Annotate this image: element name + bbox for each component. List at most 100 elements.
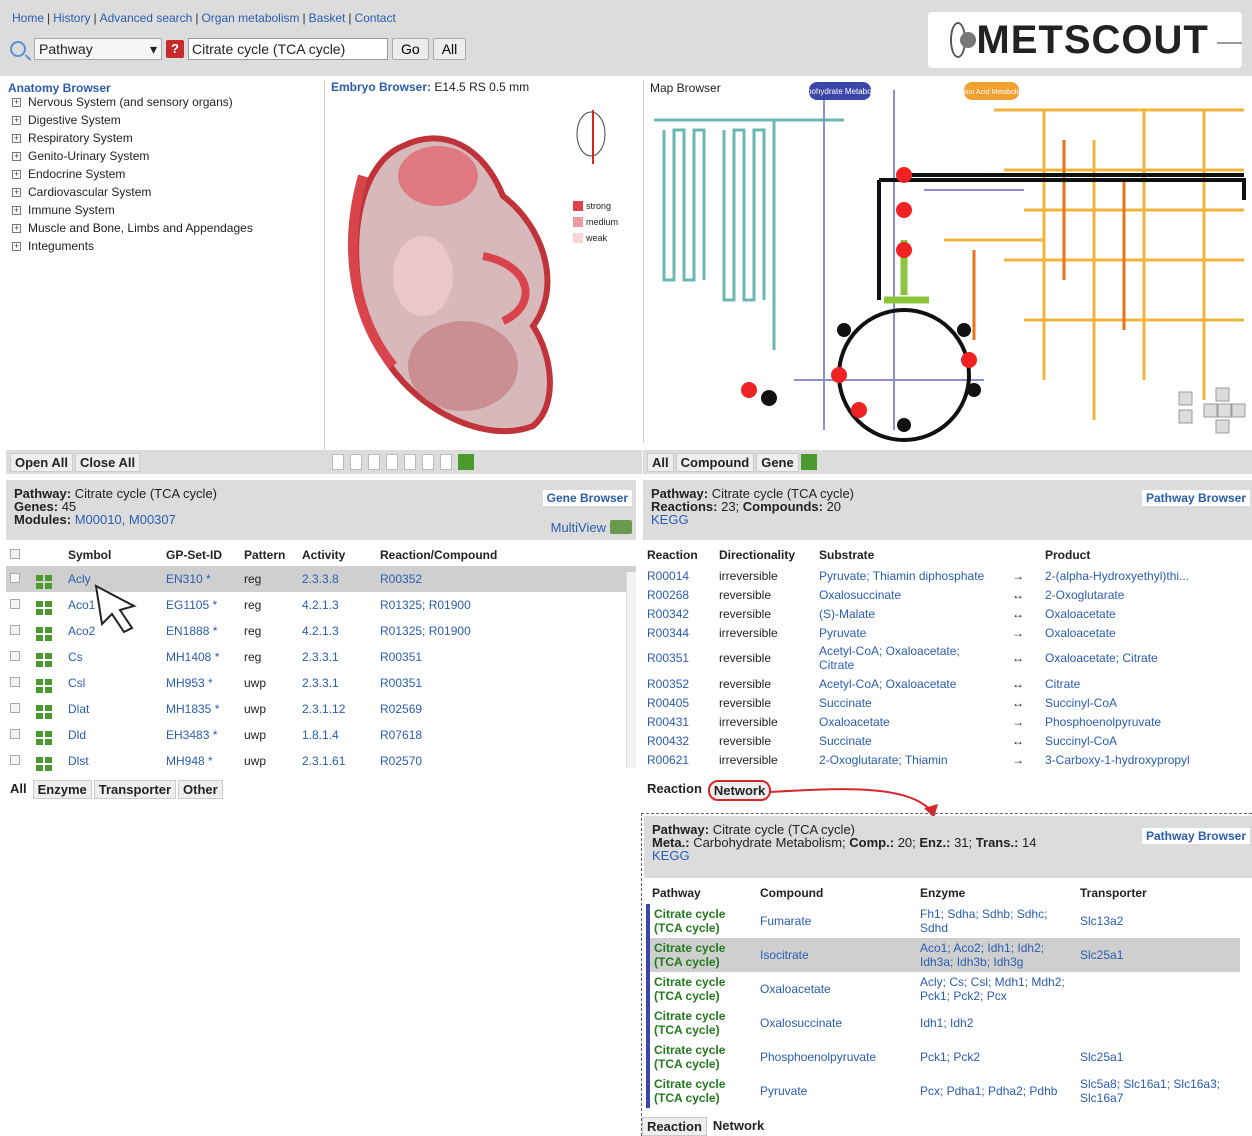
gene-expression-icon[interactable] [36, 574, 52, 589]
gene-tab-all[interactable]: All [6, 780, 31, 799]
tree-item[interactable]: + Muscle and Bone, Limbs and Appendages [8, 219, 323, 237]
pathway-browser-button[interactable]: Pathway Browser [1141, 490, 1250, 506]
compound-cell[interactable]: Phosphoenolpyruvate [756, 1040, 916, 1074]
symbol-cell[interactable]: Dlst [64, 748, 162, 774]
nav-contact[interactable]: Contact [354, 11, 395, 25]
table-row[interactable]: Citrate cycle (TCA cycle) Fumarate Fh1; Sd… [646, 904, 1240, 938]
product-cell[interactable]: Oxaloacetate; Citrate [1041, 642, 1252, 674]
col-activity[interactable]: Activity [298, 544, 376, 566]
row-checkbox[interactable] [10, 755, 20, 765]
compound-cell[interactable]: Pyruvate [756, 1074, 916, 1108]
reaction-id-cell[interactable]: R00344 [643, 623, 715, 642]
reaction-cell[interactable]: R07618 [376, 722, 636, 748]
select-all-checkbox[interactable] [10, 549, 20, 559]
close-all-button[interactable]: Close All [74, 452, 141, 472]
table-row[interactable]: R00014 irreversible Pyruvate; Thiamin diph… [643, 566, 1252, 585]
transporter-cell[interactable] [1076, 1006, 1240, 1040]
reaction-cell[interactable]: R02569 [376, 696, 636, 722]
nav-advanced-search[interactable]: Advanced search [100, 11, 193, 25]
table-row[interactable]: Dlat MH1835 * uwp 2.3.1.12 R02569 [6, 696, 636, 722]
reaction-cell[interactable]: R00351 [376, 670, 636, 696]
activity-cell[interactable]: 2.3.3.8 [298, 566, 376, 592]
search-input[interactable]: Citrate cycle (TCA cycle) [188, 38, 388, 60]
section-thumb-icon[interactable] [332, 454, 344, 470]
row-checkbox[interactable] [10, 729, 20, 739]
activity-cell[interactable]: 2.3.3.1 [298, 670, 376, 696]
reaction-id-cell[interactable]: R00351 [643, 642, 715, 674]
reaction-id-cell[interactable]: R00405 [643, 693, 715, 712]
reaction-id-cell[interactable]: R00342 [643, 604, 715, 623]
col-enzyme[interactable]: Enzyme [916, 882, 1076, 904]
gpset-cell[interactable]: EG1105 * [162, 592, 240, 618]
col-pattern[interactable]: Pattern [240, 544, 298, 566]
reaction-id-cell[interactable]: R00432 [643, 731, 715, 750]
enzyme-cell[interactable]: Aco1; Aco2; Idh1; Idh2; Idh3a; Idh3b; Id… [916, 938, 1076, 972]
gpset-cell[interactable]: MH1835 * [162, 696, 240, 722]
table-row[interactable]: Citrate cycle (TCA cycle) Pyruvate Pcx; Pd… [646, 1074, 1240, 1108]
expand-view-icon[interactable] [458, 454, 474, 470]
activity-cell[interactable]: 4.2.1.3 [298, 592, 376, 618]
section-thumb-icon[interactable] [404, 454, 416, 470]
row-checkbox[interactable] [10, 625, 20, 635]
modules-link[interactable]: M00010, M00307 [75, 512, 176, 527]
expand-icon[interactable]: + [12, 115, 21, 125]
kegg-link[interactable]: KEGG [651, 512, 689, 527]
gene-expression-icon[interactable] [36, 678, 52, 693]
table-row[interactable]: Citrate cycle (TCA cycle) Oxaloacetate Acl… [646, 972, 1240, 1006]
row-checkbox[interactable] [10, 599, 20, 609]
gene-expression-icon[interactable] [36, 730, 52, 745]
expand-icon[interactable]: + [12, 223, 21, 233]
tree-item[interactable]: + Endocrine System [8, 165, 323, 183]
expand-icon[interactable]: + [12, 97, 21, 107]
col-substrate[interactable]: Substrate [815, 544, 995, 566]
activity-cell[interactable]: 2.3.3.1 [298, 644, 376, 670]
gene-table-scrollbar[interactable] [626, 572, 636, 768]
col-transporter[interactable]: Transporter [1076, 882, 1240, 904]
expand-view-icon[interactable] [800, 454, 817, 470]
col-directionality[interactable]: Directionality [715, 544, 815, 566]
row-checkbox[interactable] [10, 703, 20, 713]
substrate-cell[interactable]: Acetyl-CoA; Oxaloacetate [815, 674, 995, 693]
product-cell[interactable]: Succinyl-CoA [1041, 731, 1252, 750]
substrate-cell[interactable]: Pyruvate [815, 623, 995, 642]
nav-organ-metabolism[interactable]: Organ metabolism [201, 11, 299, 25]
gene-expression-icon[interactable] [36, 704, 52, 719]
expand-icon[interactable]: + [12, 133, 21, 143]
reaction-cell[interactable]: R01325; R01900 [376, 618, 636, 644]
gene-browser-button[interactable]: Gene Browser [542, 490, 632, 506]
col-pathway[interactable]: Pathway [648, 882, 756, 904]
expand-icon[interactable]: + [12, 187, 21, 197]
transporter-cell[interactable] [1076, 972, 1240, 1006]
reaction-cell[interactable]: R02570 [376, 748, 636, 774]
substrate-cell[interactable]: Oxaloacetate [815, 712, 995, 731]
reaction-id-cell[interactable]: R00268 [643, 585, 715, 604]
section-thumb-icon[interactable] [350, 454, 362, 470]
tab-reaction[interactable]: Reaction [642, 1117, 707, 1136]
product-cell[interactable]: 2-Oxoglutarate [1041, 585, 1252, 604]
gpset-cell[interactable]: EN1888 * [162, 618, 240, 644]
substrate-cell[interactable]: 2-Oxoglutarate; Thiamin [815, 750, 995, 769]
table-row[interactable]: R00342 reversible (S)-Malate ↔ Oxaloacetate [643, 604, 1252, 623]
transporter-cell[interactable]: Slc25a1 [1076, 1040, 1240, 1074]
gene-tab-enzyme[interactable]: Enzyme [32, 780, 92, 799]
all-button[interactable]: All [432, 38, 467, 60]
enzyme-cell[interactable]: Fh1; Sdha; Sdhb; Sdhc; Sdhd [916, 904, 1076, 938]
nav-history[interactable]: History [53, 11, 90, 25]
compound-cell[interactable]: Isocitrate [756, 938, 916, 972]
col-symbol[interactable]: Symbol [64, 544, 162, 566]
product-cell[interactable]: Oxaloacetate [1041, 623, 1252, 642]
table-row[interactable]: R00431 irreversible Oxaloacetate → Phosphoen… [643, 712, 1252, 731]
reaction-cell[interactable]: R00351 [376, 644, 636, 670]
row-checkbox[interactable] [10, 573, 20, 583]
gene-expression-icon[interactable] [36, 756, 52, 771]
gene-tab-transporter[interactable]: Transporter [93, 780, 177, 799]
map-tab-gene[interactable]: Gene [756, 452, 799, 472]
tab-network[interactable]: Network [708, 1117, 769, 1136]
table-row[interactable]: R00344 irreversible Pyruvate → Oxaloacetate [643, 623, 1252, 642]
row-checkbox[interactable] [10, 651, 20, 661]
compound-cell[interactable]: Oxaloacetate [756, 972, 916, 1006]
expand-icon[interactable]: + [12, 151, 21, 161]
go-button[interactable]: Go [392, 38, 429, 60]
activity-cell[interactable]: 2.3.1.61 [298, 748, 376, 774]
map-tab-all[interactable]: All [647, 452, 674, 472]
